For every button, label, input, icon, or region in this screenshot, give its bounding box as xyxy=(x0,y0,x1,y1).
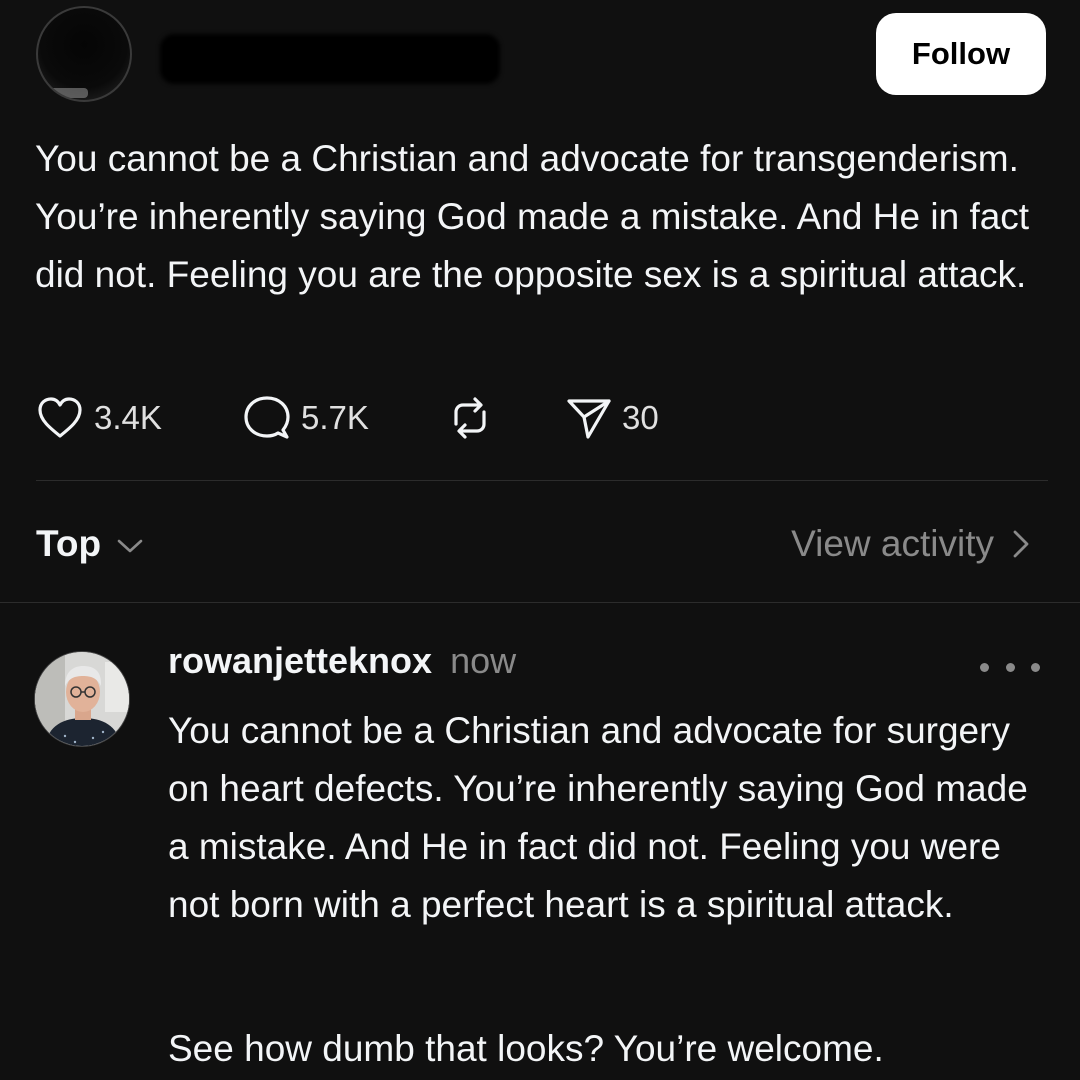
dot xyxy=(1031,662,1040,672)
like-count: 3.4K xyxy=(94,399,162,436)
divider xyxy=(36,480,1048,481)
repost-icon xyxy=(454,397,486,439)
sort-label: Top xyxy=(36,523,102,564)
reply-username[interactable]: rowanjetteknox xyxy=(168,640,432,682)
chevron-down-icon xyxy=(117,539,143,553)
send-icon xyxy=(567,399,611,439)
reply-button[interactable]: 5.7K xyxy=(243,390,369,446)
dot xyxy=(980,662,989,672)
share-count: 30 xyxy=(622,399,659,436)
heart-icon xyxy=(38,397,82,438)
divider xyxy=(0,602,1080,603)
more-options-button[interactable] xyxy=(980,652,1040,682)
like-button[interactable]: 3.4K xyxy=(36,390,162,446)
repost-button[interactable] xyxy=(446,390,494,446)
reply-text-second-paragraph: See how dumb that looks? You’re welcome. xyxy=(168,1028,884,1069)
reply-timestamp: now xyxy=(450,640,517,681)
view-activity-label: View activity xyxy=(791,523,994,564)
author-name-redacted xyxy=(160,34,500,84)
follow-button[interactable]: Follow xyxy=(876,13,1046,95)
sort-dropdown[interactable]: Top xyxy=(36,516,147,572)
reply-text: You cannot be a Christian and advocate f… xyxy=(168,710,1028,925)
author-avatar[interactable] xyxy=(36,6,132,102)
reply-count: 5.7K xyxy=(301,399,369,436)
view-activity-link[interactable]: View activity xyxy=(791,516,1030,572)
dot xyxy=(1005,662,1015,672)
comment-bubble-icon xyxy=(244,396,290,439)
reply-avatar[interactable] xyxy=(34,651,130,747)
reply-header: rowanjetteknox now xyxy=(168,640,516,700)
chevron-right-icon xyxy=(1013,530,1029,558)
share-button[interactable]: 30 xyxy=(566,390,659,446)
post-text: You cannot be a Christian and advocate f… xyxy=(35,138,1030,295)
